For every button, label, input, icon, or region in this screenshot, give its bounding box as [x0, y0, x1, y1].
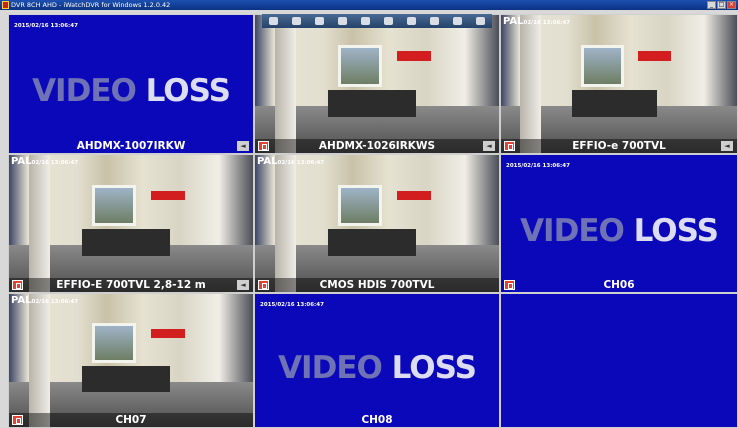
video-loss-text: VIDEO LOSS — [255, 350, 499, 386]
camera-label: EFFIO-E 700TVL 2,8-12 m — [9, 278, 253, 292]
loss-word: LOSS — [633, 212, 719, 249]
camera-tile-1[interactable]: 2015/02/16 13:06:47 VIDEO LOSS AHDMX-1007I… — [8, 14, 254, 154]
timestamp: 2015/02/16 13:06:47 — [14, 23, 78, 29]
minimize-icon[interactable] — [476, 17, 485, 25]
feed-banner — [150, 328, 185, 338]
feed-desk — [82, 365, 171, 393]
feed-banner — [396, 190, 431, 201]
record-icon[interactable] — [258, 280, 269, 290]
camera-feed-image — [9, 294, 253, 427]
layout-icon[interactable] — [453, 17, 462, 25]
feed-banner — [396, 50, 431, 61]
camera-tile-8[interactable]: 2015/02/16 13:06:47 VIDEO LOSS CH08 — [254, 293, 500, 428]
feed-banner — [637, 50, 671, 61]
minimize-button[interactable]: _ — [707, 1, 716, 9]
camera-label: CH06 — [603, 279, 635, 291]
camera-tile-3[interactable]: PAL02/16 13:06:47 EFFIO-e 700TVL ◄ — [500, 14, 738, 154]
camera-tile-4[interactable]: PAL02/16 13:06:47 EFFIO-E 700TVL 2,8-12 m… — [8, 154, 254, 293]
arrow-left-icon[interactable]: ◄ — [483, 141, 495, 151]
feed-desk — [82, 228, 171, 257]
video-loss-text: VIDEO LOSS — [501, 213, 737, 249]
camera-feed-image — [501, 15, 737, 153]
pal-date: 02/16 13:06:47 — [31, 299, 79, 305]
feed-win — [91, 185, 136, 227]
camera-feed-image — [9, 155, 253, 292]
monitor-icon[interactable] — [384, 17, 393, 25]
feed-pillar — [274, 155, 297, 292]
arrow-left-icon[interactable]: ◄ — [237, 141, 249, 151]
camera-label: AHDMX-1026IRKWS — [255, 139, 499, 153]
feed-pillar — [28, 155, 51, 292]
timestamp: 2015/02/16 13:06:47 — [506, 163, 570, 169]
camera-toolbar — [262, 14, 492, 28]
disk-icon[interactable] — [361, 17, 370, 25]
camera-grid: 2015/02/16 13:06:47 VIDEO LOSS AHDMX-1007I… — [8, 14, 738, 428]
video-loss-word: VIDEO — [520, 212, 634, 249]
feed-desk — [571, 89, 657, 118]
camera-tile-5[interactable]: PAL02/16 13:06:47 CMOS HDIS 700TVL — [254, 154, 500, 293]
pal-overlay: PAL02/16 13:06:47 — [257, 156, 325, 167]
loss-word: LOSS — [391, 349, 477, 386]
arrow-left-icon[interactable]: ◄ — [237, 280, 249, 290]
video-loss-word: VIDEO — [32, 72, 146, 109]
maximize-button[interactable]: □ — [717, 1, 726, 9]
screen-icon[interactable] — [430, 17, 439, 25]
record-icon[interactable] — [12, 280, 23, 290]
camera-label: CH07 — [9, 413, 253, 427]
pal-date: 02/16 13:06:47 — [277, 160, 325, 166]
key-icon[interactable] — [407, 17, 416, 25]
camera-tile-6[interactable]: 2015/02/16 13:06:47 VIDEO LOSS CH06 — [500, 154, 738, 293]
chat-icon[interactable] — [315, 17, 324, 25]
record-icon[interactable] — [258, 141, 269, 151]
video-loss-word: VIDEO — [278, 349, 392, 386]
camera-tile-2[interactable]: AHDMX-1026IRKWS ◄ — [254, 14, 500, 154]
record-icon[interactable] — [504, 141, 515, 151]
feed-win — [581, 45, 624, 87]
pal-overlay: PAL02/16 13:06:47 — [11, 295, 79, 306]
camera-tile-7[interactable]: PAL02/16 13:06:47 CH07 — [8, 293, 254, 428]
feed-pillar — [519, 15, 542, 153]
title-bar: DVR 8CH AHD - iWatchDVR for Windows 1.2.… — [0, 0, 738, 10]
camera-tile-9[interactable] — [500, 293, 738, 428]
record-icon[interactable] — [504, 280, 515, 290]
camera-label: AHDMX-1007IRKW — [76, 140, 186, 152]
video-loss-text: VIDEO LOSS — [9, 73, 253, 109]
timestamp: 2015/02/16 13:06:47 — [260, 302, 324, 308]
camera-feed-image — [255, 155, 499, 292]
window-title: DVR 8CH AHD - iWatchDVR for Windows 1.2.… — [11, 1, 171, 9]
app-icon — [2, 1, 9, 9]
feed-win — [91, 323, 136, 364]
pal-date: 02/16 13:06:47 — [31, 160, 79, 166]
feed-pillar — [28, 294, 51, 427]
feed-banner — [150, 190, 185, 201]
camera-feed-image — [255, 15, 499, 153]
feed-desk — [328, 228, 417, 257]
feed-win — [337, 45, 382, 87]
feed-desk — [328, 89, 417, 118]
info-icon[interactable] — [292, 17, 301, 25]
pal-date: 02/16 13:06:47 — [523, 20, 571, 26]
pal-overlay: PAL02/16 13:06:47 — [503, 16, 571, 27]
lock-icon[interactable] — [269, 17, 278, 25]
camera-label: EFFIO-e 700TVL — [501, 139, 737, 153]
feed-pillar — [274, 15, 297, 153]
camera-label: CMOS HDIS 700TVL — [255, 278, 499, 292]
camera-icon[interactable] — [338, 17, 347, 25]
record-icon[interactable] — [12, 415, 23, 425]
arrow-left-icon[interactable]: ◄ — [721, 141, 733, 151]
window-controls: _ □ × — [707, 1, 736, 9]
pal-overlay: PAL02/16 13:06:47 — [11, 156, 79, 167]
close-button[interactable]: × — [727, 1, 736, 9]
feed-win — [337, 185, 382, 227]
loss-word: LOSS — [145, 72, 231, 109]
camera-label: CH08 — [361, 414, 393, 426]
